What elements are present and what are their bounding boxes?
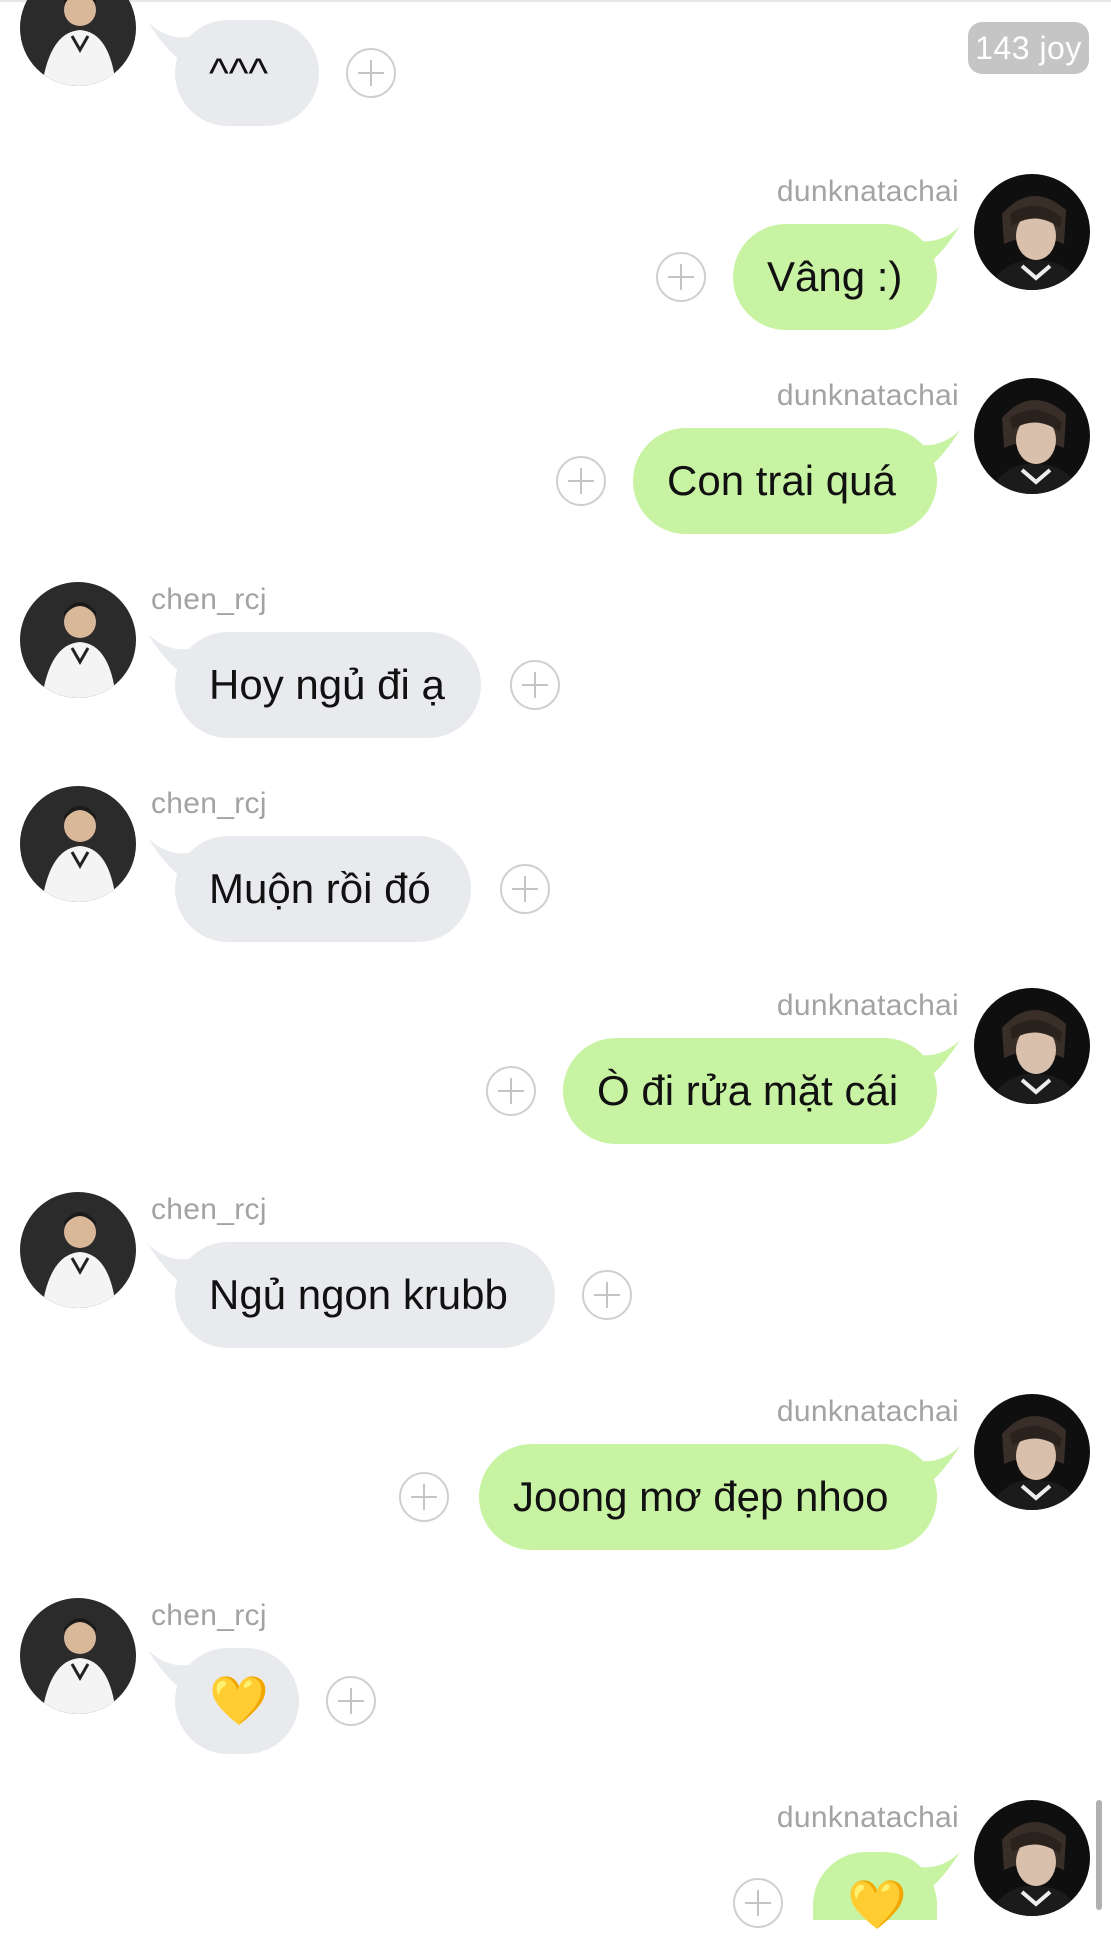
message-bubble-outgoing[interactable]: Con trai quá — [633, 428, 937, 534]
message-bubble-incoming[interactable]: ^^^ — [175, 20, 319, 126]
username-left: chen_rcj — [151, 583, 267, 616]
avatar-chen[interactable] — [20, 1192, 136, 1308]
plus-circle-icon[interactable] — [582, 1270, 632, 1320]
username-right: dunknatachai — [776, 1801, 959, 1834]
plus-circle-icon[interactable] — [510, 660, 560, 710]
message-bubble-incoming[interactable]: Hoy ngủ đi ạ — [175, 632, 481, 738]
plus-circle-icon[interactable] — [486, 1066, 536, 1116]
username-left: chen_rcj — [151, 1599, 267, 1632]
username-left: chen_rcj — [151, 1193, 267, 1226]
avatar-chen[interactable] — [20, 1598, 136, 1714]
plus-circle-icon[interactable] — [733, 1878, 783, 1928]
plus-circle-icon[interactable] — [399, 1472, 449, 1522]
plus-circle-icon[interactable] — [656, 252, 706, 302]
watermark-badge: 143 joy — [968, 22, 1089, 74]
plus-circle-icon[interactable] — [500, 864, 550, 914]
avatar-chen[interactable] — [20, 0, 136, 86]
plus-circle-icon[interactable] — [326, 1676, 376, 1726]
username-right: dunknatachai — [776, 175, 959, 208]
plus-circle-icon[interactable] — [346, 48, 396, 98]
avatar-chen[interactable] — [20, 582, 136, 698]
avatar-dunk[interactable] — [974, 174, 1090, 290]
username-right: dunknatachai — [776, 989, 959, 1022]
username-right: dunknatachai — [776, 1395, 959, 1428]
top-divider — [0, 0, 1111, 2]
message-bubble-incoming[interactable]: Muộn rồi đó — [175, 836, 471, 942]
avatar-dunk[interactable] — [974, 1394, 1090, 1510]
avatar-chen[interactable] — [20, 786, 136, 902]
avatar-dunk[interactable] — [974, 988, 1090, 1104]
message-bubble-outgoing[interactable]: Ò đi rửa mặt cái — [563, 1038, 937, 1144]
avatar-dunk[interactable] — [974, 1800, 1090, 1916]
plus-circle-icon[interactable] — [556, 456, 606, 506]
username-left: chen_rcj — [151, 787, 267, 820]
message-bubble-outgoing[interactable]: Joong mơ đẹp nhoo — [479, 1444, 937, 1550]
message-bubble-outgoing[interactable]: Vâng :) — [733, 224, 937, 330]
username-right: dunknatachai — [776, 379, 959, 412]
message-bubble-incoming[interactable]: Ngủ ngon krubb — [175, 1242, 555, 1348]
avatar-dunk[interactable] — [974, 378, 1090, 494]
scrollbar[interactable] — [1096, 1800, 1102, 1910]
yellow-heart-icon[interactable]: 💛 — [175, 1648, 299, 1754]
